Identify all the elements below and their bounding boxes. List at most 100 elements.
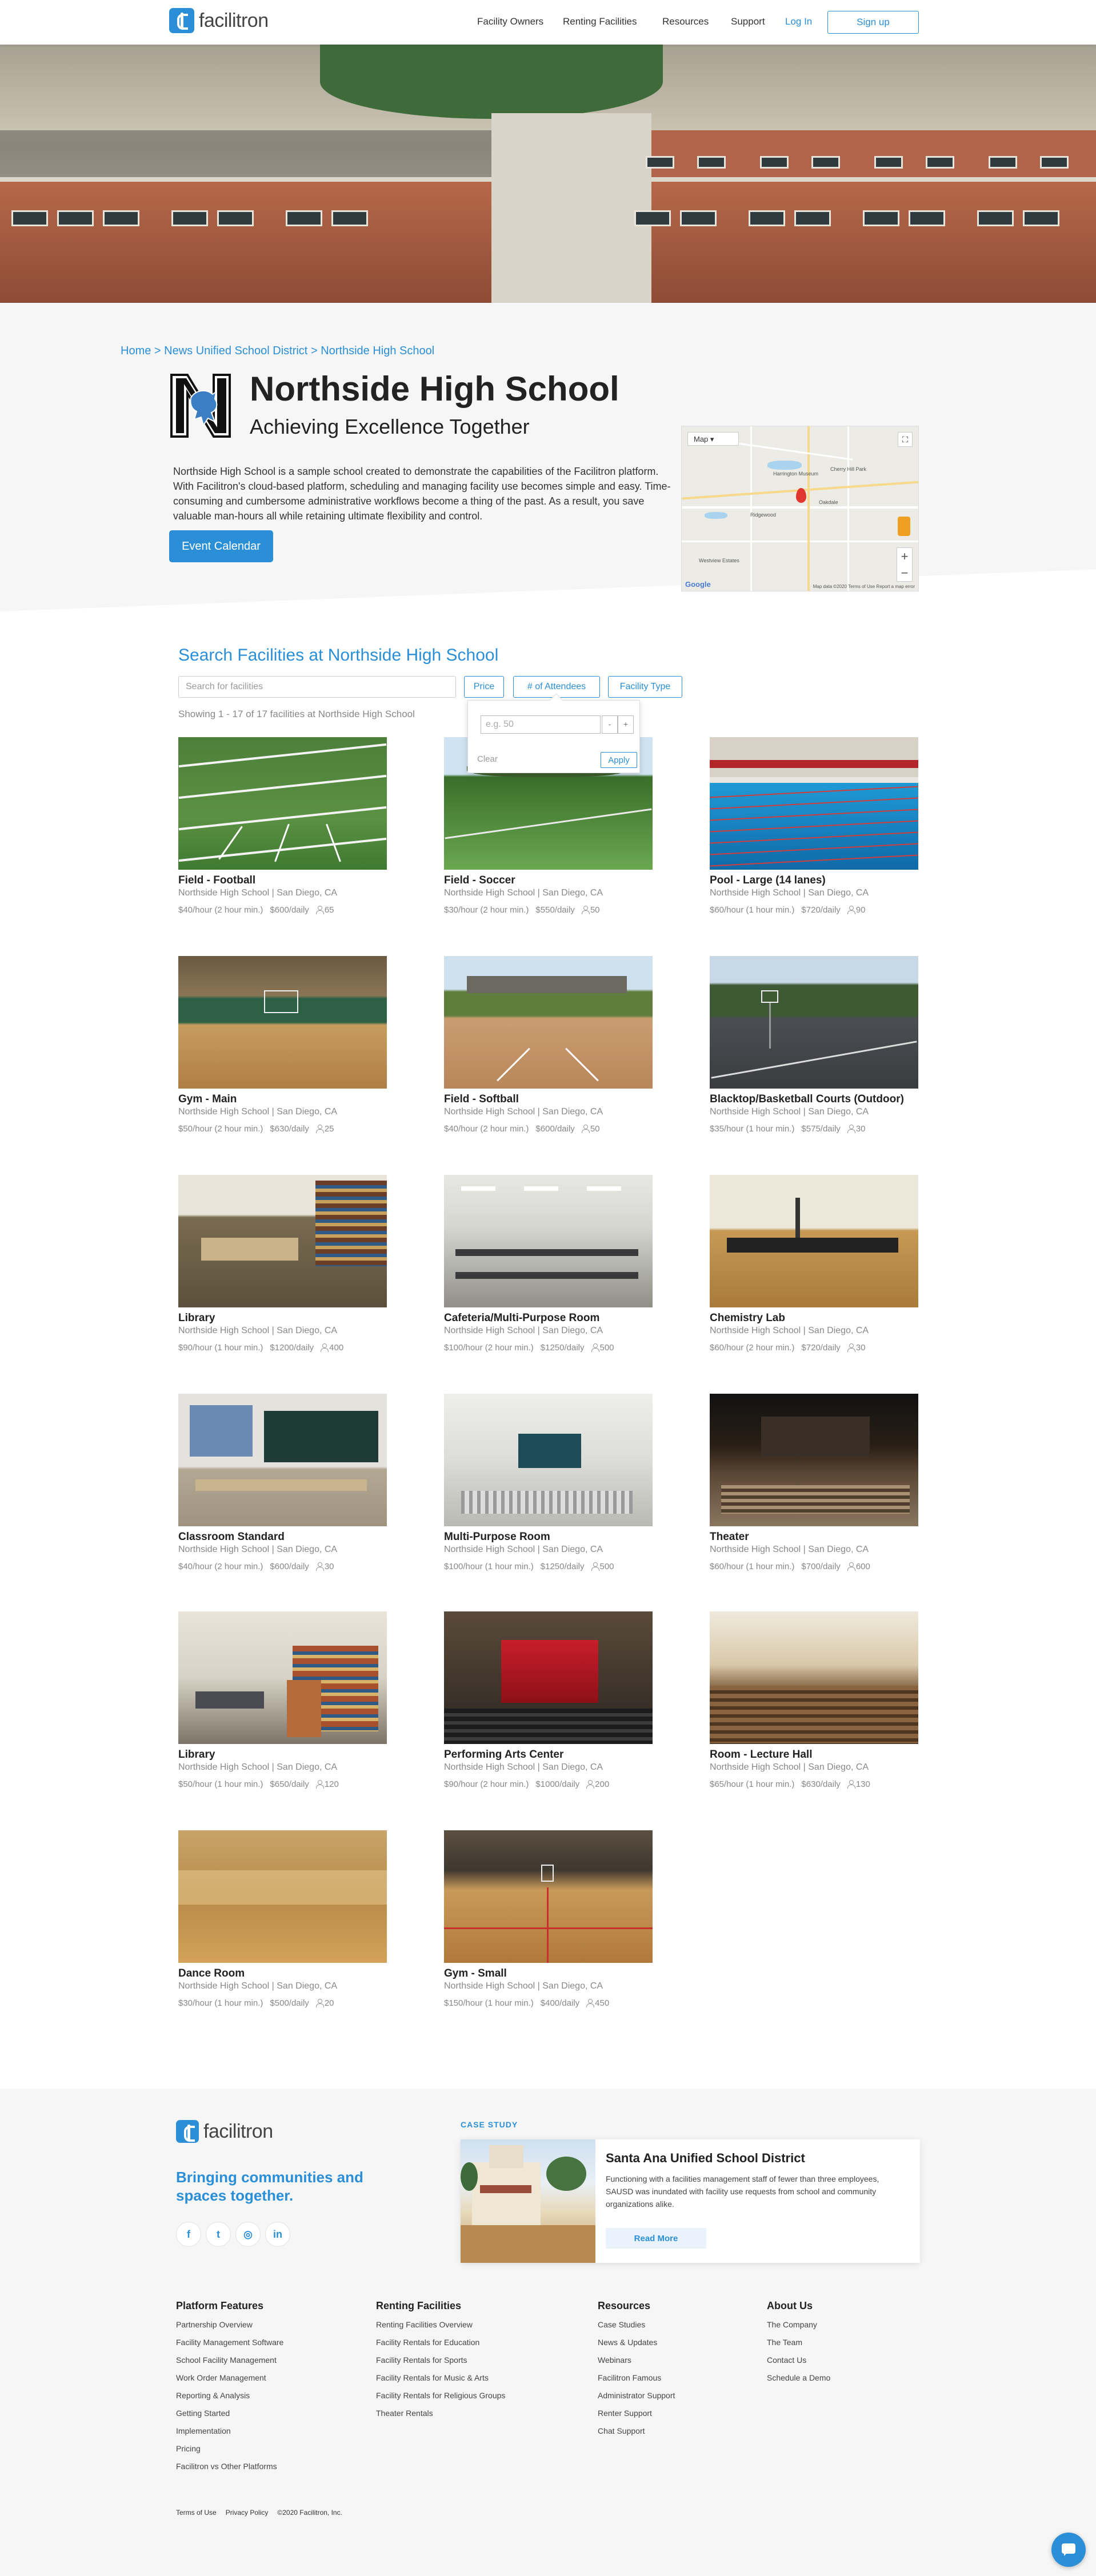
footer-link[interactable]: Chat Support: [598, 2426, 675, 2435]
facility-title[interactable]: Field - Soccer: [444, 874, 653, 887]
nav-resources[interactable]: Resources: [662, 16, 709, 27]
chat-bubble-icon[interactable]: [1051, 2533, 1086, 2567]
facility-card[interactable]: Cafeteria/Multi-Purpose Room Northside Hi…: [444, 1175, 653, 1353]
map-marker-icon[interactable]: [796, 488, 806, 503]
facility-title[interactable]: Multi-Purpose Room: [444, 1531, 653, 1543]
breadcrumb-district[interactable]: News Unified School District: [164, 345, 307, 357]
facility-image[interactable]: [444, 1394, 653, 1526]
footer-link[interactable]: Schedule a Demo: [767, 2373, 830, 2382]
zoom-out-icon[interactable]: −: [897, 565, 912, 581]
footer-link[interactable]: The Company: [767, 2320, 830, 2329]
footer-link[interactable]: Renting Facilities Overview: [376, 2320, 505, 2329]
facility-image[interactable]: [710, 737, 918, 870]
increment-button[interactable]: +: [618, 715, 634, 734]
footer-link[interactable]: Contact Us: [767, 2355, 830, 2365]
facility-card[interactable]: Blacktop/Basketball Courts (Outdoor) Nort…: [710, 956, 918, 1134]
map-type-selector[interactable]: Map ▾: [687, 432, 739, 446]
footer-logo[interactable]: facilitron: [176, 2120, 273, 2143]
attendees-input[interactable]: [481, 715, 601, 734]
decrement-button[interactable]: -: [602, 715, 618, 734]
facility-type-filter-button[interactable]: Facility Type: [608, 676, 682, 698]
clear-button[interactable]: Clear: [477, 754, 498, 764]
facility-title[interactable]: Library: [178, 1312, 387, 1325]
nav-facility-owners[interactable]: Facility Owners: [477, 16, 543, 27]
footer-link[interactable]: Facility Rentals for Education: [376, 2338, 505, 2347]
facility-card[interactable]: Room - Lecture Hall Northside High School…: [710, 1611, 918, 1789]
terms-link[interactable]: Terms of Use: [176, 2509, 217, 2517]
footer-link[interactable]: School Facility Management: [176, 2355, 283, 2365]
twitter-icon[interactable]: t: [206, 2222, 231, 2247]
facility-image[interactable]: [444, 956, 653, 1089]
facility-title[interactable]: Dance Room: [178, 1967, 387, 1980]
map-attribution[interactable]: Map data ©2020 Terms of Use Report a map…: [813, 584, 915, 589]
facility-image[interactable]: [710, 1394, 918, 1526]
facility-title[interactable]: Gym - Main: [178, 1093, 387, 1106]
facility-title[interactable]: Theater: [710, 1531, 918, 1543]
location-map[interactable]: Harrington Museum Cherry Hill Park Ridge…: [681, 426, 919, 591]
facility-image[interactable]: [710, 956, 918, 1089]
facility-title[interactable]: Classroom Standard: [178, 1531, 387, 1543]
facility-image[interactable]: [178, 956, 387, 1089]
instagram-icon[interactable]: ◎: [235, 2222, 261, 2247]
event-calendar-button[interactable]: Event Calendar: [169, 530, 273, 562]
facility-card[interactable]: Field - Football Northside High School | …: [178, 737, 387, 915]
price-filter-button[interactable]: Price: [464, 676, 504, 698]
facility-card[interactable]: Gym - Main Northside High School | San Di…: [178, 956, 387, 1134]
breadcrumb-school[interactable]: Northside High School: [321, 345, 434, 357]
footer-link[interactable]: The Team: [767, 2338, 830, 2347]
footer-link[interactable]: News & Updates: [598, 2338, 675, 2347]
facility-title[interactable]: Pool - Large (14 lanes): [710, 874, 918, 887]
facility-title[interactable]: Performing Arts Center: [444, 1749, 653, 1761]
linkedin-icon[interactable]: in: [265, 2222, 290, 2247]
facility-card[interactable]: Theater Northside High School | San Diego…: [710, 1394, 918, 1571]
pegman-icon[interactable]: [898, 517, 910, 536]
footer-link[interactable]: Reporting & Analysis: [176, 2391, 283, 2400]
facility-image[interactable]: [444, 1175, 653, 1307]
footer-link[interactable]: Facility Rentals for Religious Groups: [376, 2391, 505, 2400]
footer-link[interactable]: Implementation: [176, 2426, 283, 2435]
facility-card[interactable]: Classroom Standard Northside High School …: [178, 1394, 387, 1571]
footer-link[interactable]: Renter Support: [598, 2409, 675, 2418]
footer-link[interactable]: Partnership Overview: [176, 2320, 283, 2329]
footer-link[interactable]: Theater Rentals: [376, 2409, 505, 2418]
footer-link[interactable]: Facilitron vs Other Platforms: [176, 2462, 283, 2471]
footer-link[interactable]: Case Studies: [598, 2320, 675, 2329]
facility-image[interactable]: [178, 1830, 387, 1963]
map-zoom-control[interactable]: + −: [897, 547, 913, 582]
facility-title[interactable]: Library: [178, 1749, 387, 1761]
facility-card[interactable]: Chemistry Lab Northside High School | San…: [710, 1175, 918, 1353]
zoom-in-icon[interactable]: +: [897, 548, 912, 565]
footer-link[interactable]: Facility Rentals for Music & Arts: [376, 2373, 505, 2382]
facility-title[interactable]: Cafeteria/Multi-Purpose Room: [444, 1312, 653, 1325]
facility-title[interactable]: Blacktop/Basketball Courts (Outdoor): [710, 1093, 918, 1106]
facility-card[interactable]: Multi-Purpose Room Northside High School …: [444, 1394, 653, 1571]
login-link[interactable]: Log In: [785, 16, 812, 27]
facility-card[interactable]: Dance Room Northside High School | San Di…: [178, 1830, 387, 2008]
facility-image[interactable]: [178, 1394, 387, 1526]
fullscreen-icon[interactable]: ⛶: [898, 432, 913, 447]
facility-title[interactable]: Room - Lecture Hall: [710, 1749, 918, 1761]
footer-link[interactable]: Facility Management Software: [176, 2338, 283, 2347]
facility-image[interactable]: [710, 1175, 918, 1307]
signup-button[interactable]: Sign up: [827, 11, 919, 34]
facility-title[interactable]: Field - Softball: [444, 1093, 653, 1106]
nav-renting-facilities[interactable]: Renting Facilities: [563, 16, 637, 27]
facility-card[interactable]: Pool - Large (14 lanes) Northside High Sc…: [710, 737, 918, 915]
facility-title[interactable]: Chemistry Lab: [710, 1312, 918, 1325]
footer-link[interactable]: Webinars: [598, 2355, 675, 2365]
facility-card[interactable]: Gym - Small Northside High School | San D…: [444, 1830, 653, 2008]
facebook-icon[interactable]: f: [176, 2222, 201, 2247]
facility-image[interactable]: [178, 1175, 387, 1307]
footer-link[interactable]: Getting Started: [176, 2409, 283, 2418]
facility-image[interactable]: [710, 1611, 918, 1744]
facilitron-logo[interactable]: facilitron: [169, 8, 269, 33]
facility-search-input[interactable]: [178, 676, 456, 698]
footer-link[interactable]: Facility Rentals for Sports: [376, 2355, 505, 2365]
footer-link[interactable]: Facilitron Famous: [598, 2373, 675, 2382]
privacy-link[interactable]: Privacy Policy: [226, 2509, 269, 2517]
footer-link[interactable]: Administrator Support: [598, 2391, 675, 2400]
facility-image[interactable]: [444, 1830, 653, 1963]
facility-card[interactable]: Library Northside High School | San Diego…: [178, 1611, 387, 1789]
facility-image[interactable]: [178, 1611, 387, 1744]
facility-title[interactable]: Field - Football: [178, 874, 387, 887]
